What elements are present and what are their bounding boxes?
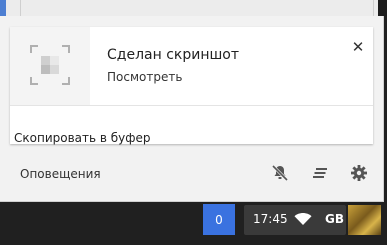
user-avatar[interactable] [348,205,381,235]
input-method-indicator: GB [325,212,344,226]
wifi-icon [294,213,312,225]
close-icon[interactable]: ✕ [351,40,365,55]
notification-count-badge[interactable]: 0 [203,204,235,235]
notifications-off-icon[interactable] [271,164,289,182]
view-screenshot-link[interactable]: Посмотреть [107,70,182,84]
card-divider [10,105,373,106]
background-dark-edge [378,0,387,16]
notification-center: Сделан скриншот Посмотреть ✕ Скопировать… [0,16,384,202]
background-window-edge [0,0,6,16]
screenshot-thumbnail[interactable] [10,27,90,105]
clear-all-icon[interactable] [311,164,329,182]
copy-to-clipboard-button[interactable]: Скопировать в буфер [14,131,151,145]
notifications-label: Оповещения [20,167,101,181]
screenshot-thumbnail-icon [30,45,70,85]
settings-icon[interactable] [350,164,368,182]
status-tray[interactable]: 17:45 GB [244,205,346,235]
background-divider [20,0,21,16]
notification-card[interactable]: Сделан скриншот Посмотреть ✕ Скопировать… [10,27,373,145]
background-window-strip [0,0,387,16]
notification-title: Сделан скриншот [107,47,240,63]
background-divider [373,0,374,16]
clock: 17:45 [253,212,288,226]
